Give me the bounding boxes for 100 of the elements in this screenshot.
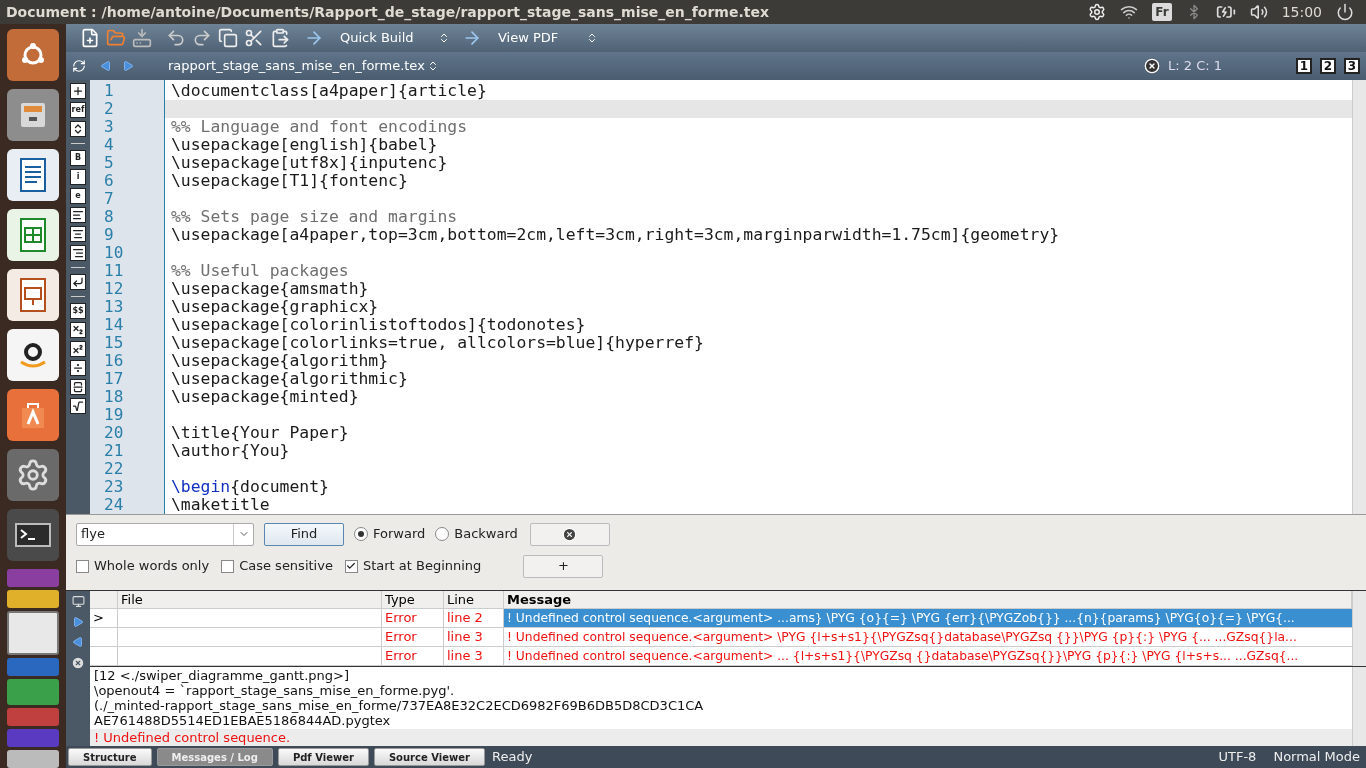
scrollbar[interactable]	[1352, 80, 1366, 514]
back-triangle-icon[interactable]	[100, 60, 112, 72]
radio-button[interactable]	[354, 527, 368, 541]
clock[interactable]: 15:00	[1281, 1, 1322, 23]
scrollbar[interactable]	[1352, 591, 1366, 666]
square-root-icon[interactable]	[70, 398, 86, 414]
table-row[interactable]: Error line 3 ! Undefined control sequence.<argument> ... {l+s+s1}{\PYGZsq {}database\PYGZsq{}}\PYG {p}{:} \PYG {l+s+s... ...GZsq{...	[90, 647, 1352, 666]
superscript-icon[interactable]	[70, 341, 86, 357]
editor-line: \title{Your Paper}	[170, 424, 350, 442]
view-layout-button[interactable]: 1	[1296, 58, 1312, 74]
checkbox-label[interactable]: Whole words only	[94, 556, 210, 576]
checkbox[interactable]	[344, 559, 358, 573]
line-number: 22	[104, 459, 124, 478]
save-icon[interactable]	[132, 28, 152, 48]
column-header[interactable]: Message	[507, 592, 572, 607]
redo-icon[interactable]	[192, 28, 212, 48]
updown-caret-icon	[438, 32, 450, 44]
settings-icon[interactable]	[1088, 3, 1107, 21]
forward-triangle-icon[interactable]	[122, 60, 134, 72]
stacked-apps-drawing[interactable]	[7, 569, 59, 768]
cut-icon[interactable]	[244, 28, 264, 48]
divide-icon[interactable]	[70, 360, 86, 376]
line-number: 10	[104, 243, 124, 262]
search-combobox[interactable]: flye	[76, 522, 254, 546]
new-file-icon[interactable]	[80, 28, 100, 48]
table-cell: line 2	[447, 610, 483, 625]
more-button[interactable]: +	[523, 554, 604, 578]
insert-icon[interactable]	[70, 83, 86, 99]
find-button[interactable]: Find	[264, 522, 344, 546]
column-header[interactable]: Line	[447, 592, 475, 607]
panel-tab[interactable]: Pdf Viewer	[277, 748, 369, 766]
line-number: 19	[104, 405, 124, 424]
scrollbar[interactable]	[1352, 667, 1366, 746]
align-left-icon[interactable]	[70, 207, 86, 223]
line-number: 3	[104, 117, 114, 136]
right-triangle-icon[interactable]	[72, 616, 84, 628]
close-find-button[interactable]	[529, 522, 610, 546]
line-number: 11	[104, 261, 124, 280]
spreadsheet-icon[interactable]	[7, 209, 59, 261]
cursor-position: L: 2 C: 1	[1168, 57, 1224, 76]
align-center-icon[interactable]	[70, 226, 86, 242]
line-number: 24	[104, 495, 124, 514]
line-number: 13	[104, 297, 124, 316]
editor-line: %% Language and font encodings	[170, 118, 469, 136]
fraction-icon[interactable]	[70, 379, 86, 395]
file-select[interactable]: rapport_stage_sans_mise_en_forme.tex	[168, 56, 439, 76]
subscript-icon[interactable]	[70, 322, 86, 338]
panel-tab[interactable]: Structure	[68, 748, 152, 766]
editor-line: \usepackage{algorithmic}	[170, 370, 409, 388]
copy-icon[interactable]	[218, 28, 238, 48]
column-header[interactable]: Type	[385, 592, 415, 607]
newline-icon[interactable]	[70, 274, 86, 290]
editor-line: \usepackage[colorlinks=true, allcolors=blue]{hyperref}	[170, 334, 705, 352]
text-document-icon[interactable]	[7, 149, 59, 201]
editor-line: \usepackage[english]{babel}	[170, 136, 439, 154]
view-select[interactable]: View PDF	[488, 28, 598, 48]
view-layout-button[interactable]: 3	[1344, 58, 1360, 74]
font-size-icon[interactable]	[70, 121, 86, 137]
close-icon[interactable]	[71, 656, 85, 670]
monitor-icon[interactable]	[71, 595, 85, 608]
column-header[interactable]: File	[121, 592, 143, 607]
line-number: 17	[104, 369, 124, 388]
editor-line: \begin{document}	[170, 478, 330, 496]
shopping-bag-icon[interactable]	[7, 389, 59, 441]
align-right-icon[interactable]	[70, 245, 86, 261]
table-row[interactable]: Error line 3 ! Undefined control sequence.<argument> \PYG {l+s+s1}{\PYGZsq{}database\PYGZsq {}}\PYG {p}{:} \PYG {... ...GZsq{}la...	[90, 628, 1352, 647]
encoding-label[interactable]: UTF-8	[1218, 747, 1257, 767]
symbol-button[interactable]: ref	[69, 102, 87, 118]
left-triangle-icon[interactable]	[72, 636, 84, 648]
radio-label[interactable]: Forward	[373, 524, 426, 544]
line-number: 7	[104, 189, 114, 208]
keyboard-layout-indicator[interactable]: Fr	[1152, 3, 1172, 21]
editor-line: \author{You}	[170, 442, 291, 460]
checkbox[interactable]	[76, 559, 89, 573]
checkbox-label[interactable]: Case sensitive	[239, 556, 333, 576]
wifi-icon[interactable]	[1120, 3, 1139, 21]
presentation-icon[interactable]	[7, 269, 59, 321]
symbol-button[interactable]: e	[70, 188, 86, 204]
undo-icon[interactable]	[166, 28, 186, 48]
volume-icon[interactable]	[1249, 3, 1268, 21]
file-cabinet-icon[interactable]	[7, 89, 59, 141]
symbol-button[interactable]: B	[70, 150, 86, 166]
paste-icon[interactable]	[270, 28, 290, 48]
symbol-button[interactable]: $$	[70, 303, 86, 319]
line-number: 18	[104, 387, 124, 406]
build-select[interactable]: Quick Build	[330, 28, 450, 48]
symbol-button[interactable]: i	[70, 169, 86, 185]
power-icon[interactable]	[1336, 3, 1354, 21]
refresh-icon[interactable]	[72, 59, 86, 73]
radio-button[interactable]	[435, 527, 450, 541]
table-cell: line 3	[447, 629, 483, 644]
checkbox-label[interactable]: Start at Beginning	[362, 556, 482, 576]
radio-label[interactable]: Backward	[454, 524, 518, 544]
terminal-icon[interactable]	[7, 509, 59, 561]
line-number: 16	[104, 351, 124, 370]
panel-tab[interactable]: Source Viewer	[373, 748, 485, 766]
line-number: 20	[104, 423, 124, 442]
editor-line: \usepackage[T1]{fontenc}	[170, 172, 408, 190]
view-layout-button[interactable]: 2	[1320, 58, 1336, 74]
checkbox[interactable]	[221, 559, 235, 573]
